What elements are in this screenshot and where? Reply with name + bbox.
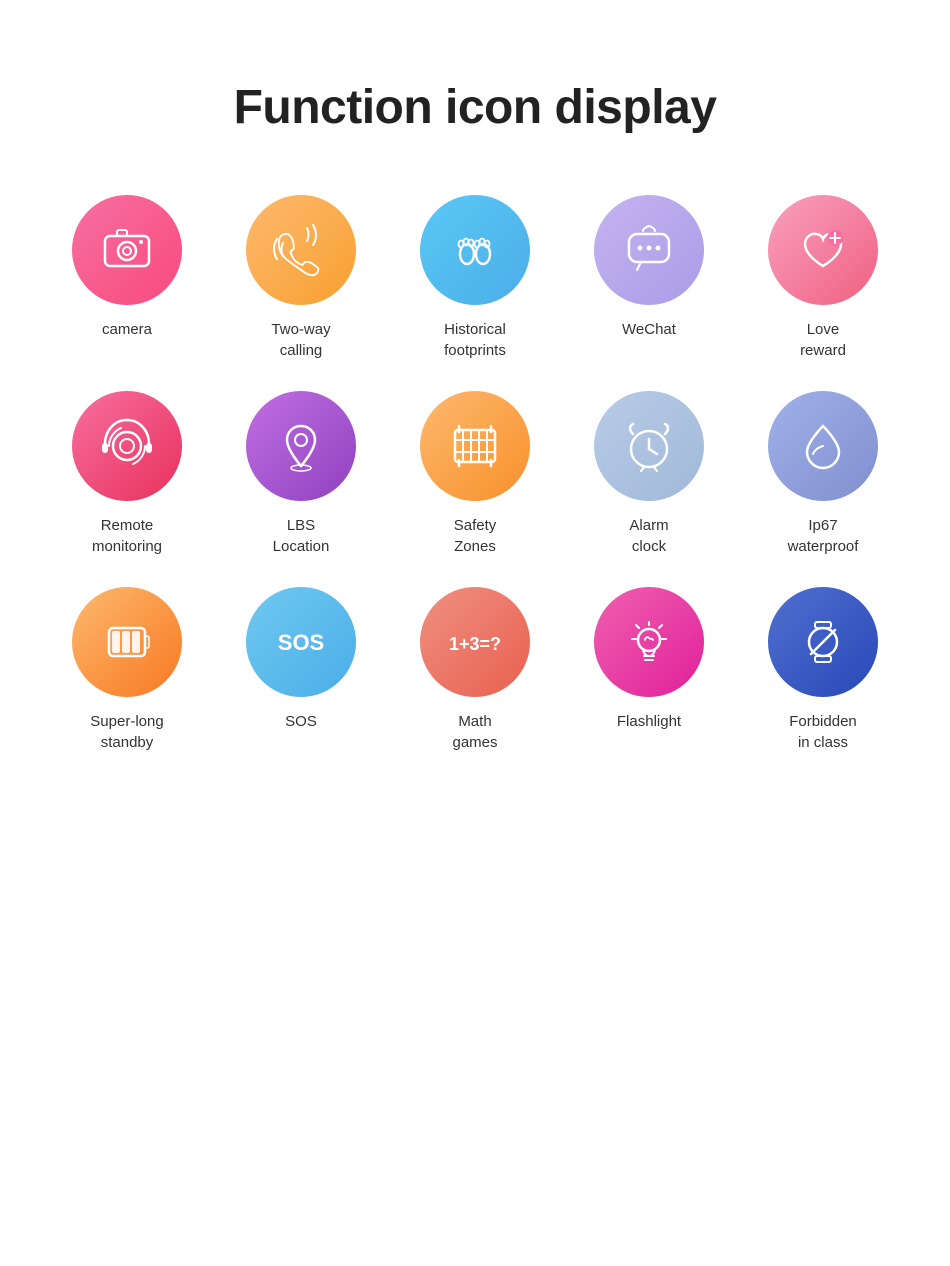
icon-item-safety-zones: SafetyZones (393, 391, 557, 557)
ip67-waterproof-icon-circle (768, 391, 878, 501)
safety-zones-label: SafetyZones (454, 515, 497, 557)
lbs-location-icon-circle (246, 391, 356, 501)
historical-footprints-icon-circle (420, 195, 530, 305)
ip67-waterproof-icon (793, 416, 853, 476)
flashlight-label: Flashlight (617, 711, 681, 732)
flashlight-icon (619, 612, 679, 672)
remote-monitoring-icon (97, 416, 157, 476)
math-games-icon-circle: 1+3=? (420, 587, 530, 697)
wechat-icon (619, 220, 679, 280)
icon-item-math-games: 1+3=? Mathgames (393, 587, 557, 753)
page-title: Function icon display (234, 80, 717, 135)
safety-zones-icon (445, 416, 505, 476)
sos-icon-circle: SOS (246, 587, 356, 697)
flashlight-icon-circle (594, 587, 704, 697)
alarm-clock-icon-circle (594, 391, 704, 501)
icon-item-two-way-calling: Two-waycalling (219, 195, 383, 361)
lbs-location-label: LBSLocation (273, 515, 330, 557)
icon-item-super-long-standby: Super-longstandby (45, 587, 209, 753)
lbs-location-icon (271, 416, 331, 476)
love-reward-icon (793, 220, 853, 280)
love-reward-icon-circle (768, 195, 878, 305)
two-way-calling-icon (271, 220, 331, 280)
two-way-calling-label: Two-waycalling (271, 319, 330, 361)
icon-item-lbs-location: LBSLocation (219, 391, 383, 557)
icon-grid: camera Two-waycalling (45, 195, 905, 753)
icon-item-remote-monitoring: Remotemonitoring (45, 391, 209, 557)
alarm-clock-label: Alarmclock (629, 515, 668, 557)
icon-item-love-reward: Lovereward (741, 195, 905, 361)
icon-item-historical-footprints: Historicalfootprints (393, 195, 557, 361)
ip67-waterproof-label: Ip67waterproof (788, 515, 859, 557)
historical-footprints-label: Historicalfootprints (444, 319, 506, 361)
icon-item-ip67-waterproof: Ip67waterproof (741, 391, 905, 557)
two-way-calling-icon-circle (246, 195, 356, 305)
remote-monitoring-icon-circle (72, 391, 182, 501)
forbidden-in-class-icon (793, 612, 853, 672)
super-long-standby-label: Super-longstandby (90, 711, 163, 753)
historical-footprints-icon (445, 220, 505, 280)
forbidden-in-class-label: Forbiddenin class (789, 711, 857, 753)
wechat-icon-circle (594, 195, 704, 305)
camera-label: camera (102, 319, 152, 340)
camera-icon (97, 220, 157, 280)
svg-text:SOS: SOS (278, 630, 324, 655)
math-games-label: Mathgames (452, 711, 497, 753)
forbidden-in-class-icon-circle (768, 587, 878, 697)
icon-item-flashlight: Flashlight (567, 587, 731, 753)
sos-icon: SOS (271, 612, 331, 672)
icon-item-alarm-clock: Alarmclock (567, 391, 731, 557)
icon-item-forbidden-in-class: Forbiddenin class (741, 587, 905, 753)
icon-item-sos: SOS SOS (219, 587, 383, 753)
icon-item-wechat: WeChat (567, 195, 731, 361)
icon-item-camera: camera (45, 195, 209, 361)
wechat-label: WeChat (622, 319, 676, 340)
love-reward-label: Lovereward (800, 319, 846, 361)
remote-monitoring-label: Remotemonitoring (92, 515, 162, 557)
safety-zones-icon-circle (420, 391, 530, 501)
math-games-icon: 1+3=? (445, 612, 505, 672)
alarm-clock-icon (619, 416, 679, 476)
camera-icon-circle (72, 195, 182, 305)
sos-label: SOS (285, 711, 317, 732)
super-long-standby-icon-circle (72, 587, 182, 697)
svg-text:1+3=?: 1+3=? (449, 634, 501, 654)
super-long-standby-icon (97, 612, 157, 672)
